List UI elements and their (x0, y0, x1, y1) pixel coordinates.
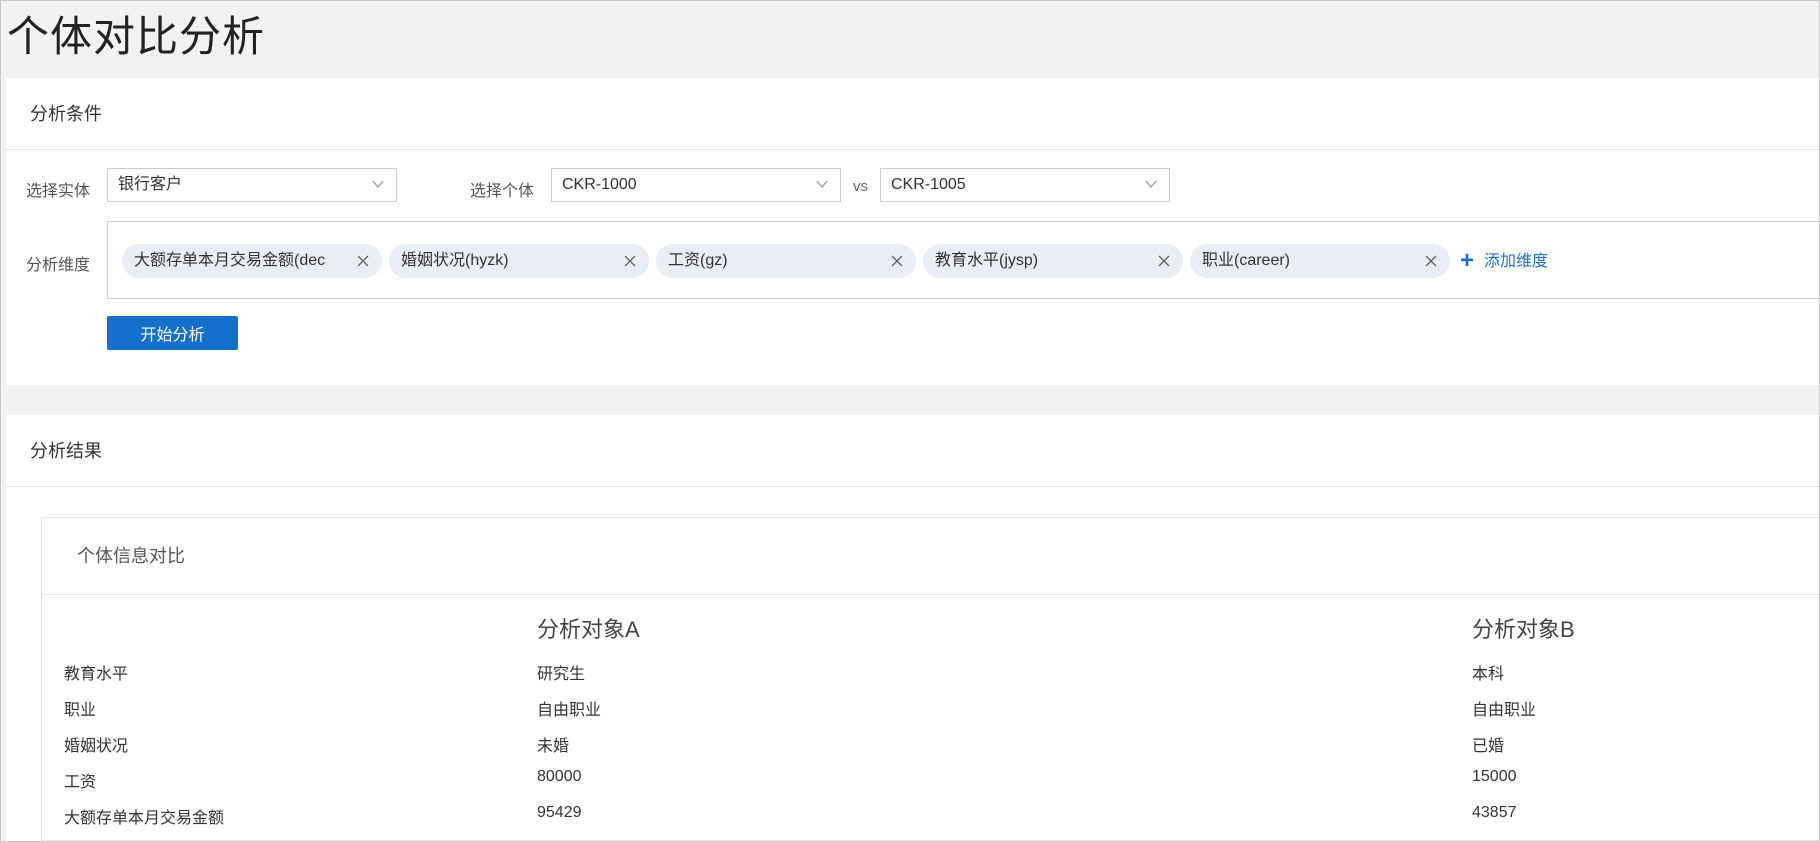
row-label: 婚姻状况 (64, 738, 129, 755)
row-value-a: 95429 (537, 804, 582, 821)
row-label: 工资 (64, 774, 97, 791)
entity-select-value: 银行客户 (118, 176, 183, 193)
dims-label: 分析维度 (26, 257, 91, 274)
dim-tag-label: 婚姻状况(hyzk) (401, 252, 509, 269)
row-label: 职业 (64, 702, 97, 719)
close-icon[interactable] (1424, 254, 1438, 268)
dim-tag: 工资(gz) (656, 244, 916, 278)
dim-tag-label: 职业(career) (1202, 252, 1291, 269)
dim-tag-label: 教育水平(jysp) (935, 252, 1039, 269)
row-value-a: 自由职业 (537, 702, 602, 719)
page-title: 个体对比分析 (7, 13, 266, 60)
individual-b-value: CKR-1005 (891, 176, 966, 193)
comparison-card: 个体信息对比 分析对象A 分析对象B 教育水平 研究生 本科 职业 自由职业 自… (41, 517, 1819, 841)
dim-tag: 教育水平(jysp) (923, 244, 1183, 278)
dim-tag-label: 大额存单本月交易金额(dec (134, 252, 326, 269)
plus-icon: + (1460, 247, 1475, 274)
column-header-a: 分析对象A (537, 617, 640, 642)
entity-select[interactable]: 银行客户 (107, 168, 397, 202)
chevron-down-icon (372, 180, 384, 189)
row-label: 大额存单本月交易金额 (64, 810, 225, 827)
close-icon[interactable] (1157, 254, 1171, 268)
conditions-panel: 分析条件 选择实体 银行客户 选择个体 CKR-1000 vs CKR-1005… (6, 78, 1819, 385)
row-value-a: 研究生 (537, 666, 586, 683)
dim-tag: 职业(career) (1190, 244, 1450, 278)
close-icon[interactable] (890, 254, 904, 268)
row-value-b: 自由职业 (1472, 702, 1537, 719)
row-value-b: 已婚 (1472, 738, 1505, 755)
results-header: 分析结果 (6, 415, 1819, 487)
entity-label: 选择实体 (26, 183, 91, 200)
conditions-header: 分析条件 (6, 78, 1819, 150)
add-dimension-button[interactable]: + 添加维度 (1460, 244, 1548, 278)
row-value-b: 15000 (1472, 768, 1517, 785)
dim-tag: 婚姻状况(hyzk) (389, 244, 649, 278)
card-title: 个体信息对比 (42, 518, 1819, 595)
row-value-b: 本科 (1472, 666, 1505, 683)
vs-label: vs (853, 178, 868, 195)
dims-input[interactable]: 大额存单本月交易金额(dec 婚姻状况(hyzk) 工资(gz) 教育水平(jy… (107, 221, 1819, 299)
row-value-b: 43857 (1472, 804, 1517, 821)
individual-label: 选择个体 (470, 183, 535, 200)
dim-tag-label: 工资(gz) (668, 252, 728, 269)
individual-b-select[interactable]: CKR-1005 (880, 168, 1170, 202)
chevron-down-icon (816, 180, 828, 189)
individual-a-value: CKR-1000 (562, 176, 637, 193)
start-analysis-button[interactable]: 开始分析 (107, 316, 238, 350)
close-icon[interactable] (356, 254, 370, 268)
row-label: 教育水平 (64, 666, 129, 683)
individual-a-select[interactable]: CKR-1000 (551, 168, 841, 202)
results-panel: 分析结果 个体信息对比 分析对象A 分析对象B 教育水平 研究生 本科 职业 自… (6, 415, 1819, 841)
add-dimension-label: 添加维度 (1484, 253, 1549, 270)
row-value-a: 80000 (537, 768, 582, 785)
column-header-b: 分析对象B (1472, 617, 1575, 642)
close-icon[interactable] (623, 254, 637, 268)
chevron-down-icon (1145, 180, 1157, 189)
app-window: 个体对比分析 分析条件 选择实体 银行客户 选择个体 CKR-1000 vs C… (0, 0, 1820, 842)
row-value-a: 未婚 (537, 738, 570, 755)
dim-tag: 大额存单本月交易金额(dec (122, 244, 382, 278)
